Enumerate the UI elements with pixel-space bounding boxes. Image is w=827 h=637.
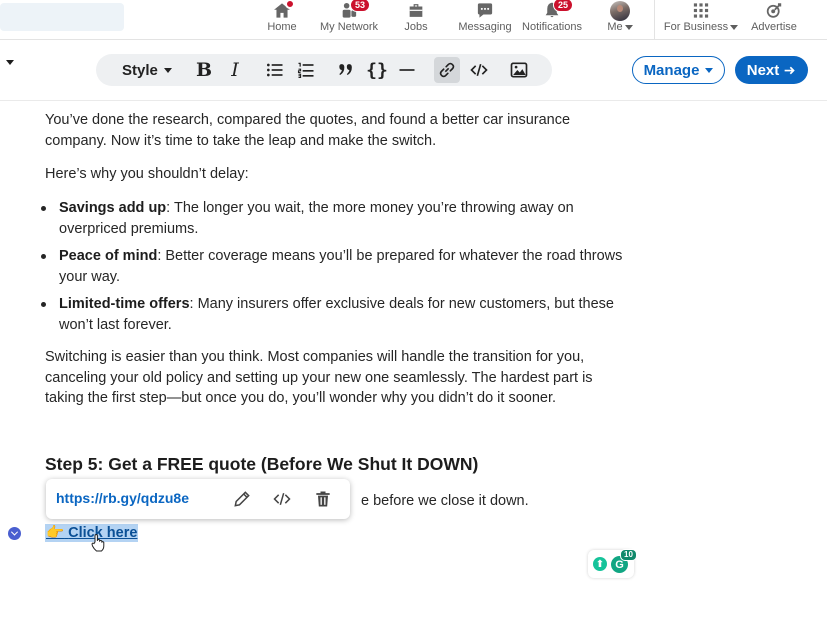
toolbar-divider: [0, 100, 827, 101]
bullet-bold: Limited-time offers: [59, 296, 190, 312]
italic-button[interactable]: I: [223, 58, 247, 82]
pencil-icon: [234, 491, 250, 507]
bulleted-list-icon: [267, 63, 283, 77]
nav-divider: [654, 0, 655, 40]
numbered-list-icon: [297, 62, 314, 79]
block-handle-icon[interactable]: [8, 527, 21, 540]
list-item: Savings add up: The longer you wait, the…: [41, 198, 635, 239]
braces-icon: {}: [366, 59, 388, 81]
nav-label: Messaging: [458, 21, 512, 33]
nav-label: Advertise: [751, 21, 797, 33]
top-navigation: Home 53 My Network Jobs Messaging 25 Not…: [0, 0, 827, 40]
network-badge: 53: [350, 0, 371, 12]
code-icon: [470, 63, 488, 77]
edit-link-button[interactable]: [231, 488, 253, 510]
grid-icon: [690, 1, 712, 20]
nav-item-home[interactable]: Home: [264, 0, 300, 40]
bell-icon: 25: [541, 0, 574, 20]
manage-button[interactable]: Manage: [632, 56, 725, 84]
arrow-right-icon: [784, 66, 795, 74]
link-icon: [439, 62, 455, 78]
avatar: [610, 0, 630, 21]
bullet-bold: Savings add up: [59, 200, 167, 216]
quote-icon: [339, 64, 352, 75]
bullet-bold: Peace of mind: [59, 248, 158, 264]
bold-icon: B: [195, 59, 213, 81]
embed-code-button[interactable]: [467, 58, 491, 82]
me-avatar-wrapper: [609, 0, 631, 21]
nav-item-notifications[interactable]: 25 Notifications: [520, 0, 584, 40]
search-input[interactable]: [0, 3, 124, 31]
home-icon: [271, 0, 295, 20]
paragraph: You’ve done the research, compared the q…: [45, 112, 571, 149]
numbered-list-button[interactable]: [294, 58, 318, 82]
chevron-down-icon: [163, 67, 172, 73]
nav-label: Me: [607, 21, 633, 33]
link-button[interactable]: [434, 57, 460, 83]
style-label: Style: [122, 61, 158, 79]
nav-item-my-network[interactable]: 53 My Network: [318, 0, 380, 40]
horizontal-rule-icon: [399, 69, 415, 71]
nav-label: Jobs: [404, 21, 428, 33]
nav-item-for-business[interactable]: For Business: [662, 0, 740, 40]
chevron-down-icon: [705, 67, 714, 73]
pointing-hand-emoji: 👉: [46, 525, 65, 541]
home-notification-dot: [285, 0, 295, 9]
italic-icon: I: [231, 59, 239, 81]
me-label: Me: [607, 21, 623, 33]
nav-item-messaging[interactable]: Messaging: [456, 0, 514, 40]
next-button[interactable]: Next: [735, 56, 808, 84]
manage-label: Manage: [643, 61, 700, 79]
nav-item-jobs[interactable]: Jobs: [398, 0, 434, 40]
trash-icon: [316, 491, 330, 507]
paragraph: Here’s why you shouldn’t delay:: [45, 166, 249, 182]
bulleted-list-button[interactable]: [263, 58, 287, 82]
nav-item-me[interactable]: Me: [602, 0, 638, 40]
code-block-button[interactable]: {}: [365, 58, 389, 82]
nav-item-advertise[interactable]: Advertise: [748, 0, 800, 40]
section-heading: Step 5: Get a FREE quote (Before We Shut…: [45, 454, 479, 474]
style-dropdown[interactable]: Style: [122, 54, 172, 86]
hand-cursor-icon: [91, 534, 105, 552]
list-item: Peace of mind: Better coverage means you…: [41, 246, 635, 287]
paragraph-partial: e before we close it down.: [361, 493, 529, 509]
bullet-list: Savings add up: The longer you wait, the…: [41, 198, 635, 342]
quote-button[interactable]: [334, 58, 358, 82]
delete-link-button[interactable]: [312, 488, 334, 510]
list-item: Limited-time offers: Many insurers offer…: [41, 294, 635, 335]
link-url[interactable]: https://rb.gy/qdzu8e: [56, 490, 189, 506]
image-button[interactable]: [507, 58, 531, 82]
next-label: Next: [746, 61, 780, 79]
for-business-label: For Business: [663, 21, 729, 33]
chevron-down-icon[interactable]: [6, 60, 14, 65]
embed-link-button[interactable]: [271, 488, 293, 510]
grammarly-count: 10: [620, 549, 637, 561]
editor-toolbar: Style B I {}: [96, 54, 552, 86]
grammarly-widget[interactable]: ⬆ G 10: [588, 549, 637, 578]
advertise-icon: [763, 1, 785, 20]
nav-label: My Network: [319, 21, 379, 33]
chevron-down-icon: [730, 24, 739, 30]
bold-button[interactable]: B: [192, 58, 216, 82]
messaging-icon: [474, 1, 496, 20]
notifications-badge: 25: [553, 0, 574, 12]
code-icon: [273, 492, 291, 506]
network-icon: 53: [338, 0, 371, 20]
link-popover: https://rb.gy/qdzu8e: [46, 479, 350, 519]
paragraph: Switching is easier than you think. Most…: [45, 349, 593, 406]
nav-label: Home: [267, 21, 297, 33]
briefcase-icon: [405, 1, 427, 20]
nav-label: Notifications: [522, 21, 582, 33]
grammarly-suggestion-icon: ⬆: [593, 557, 607, 571]
chevron-down-icon: [624, 24, 633, 30]
image-icon: [510, 62, 528, 78]
divider-button[interactable]: [395, 58, 419, 82]
nav-label: For Business: [663, 21, 739, 33]
